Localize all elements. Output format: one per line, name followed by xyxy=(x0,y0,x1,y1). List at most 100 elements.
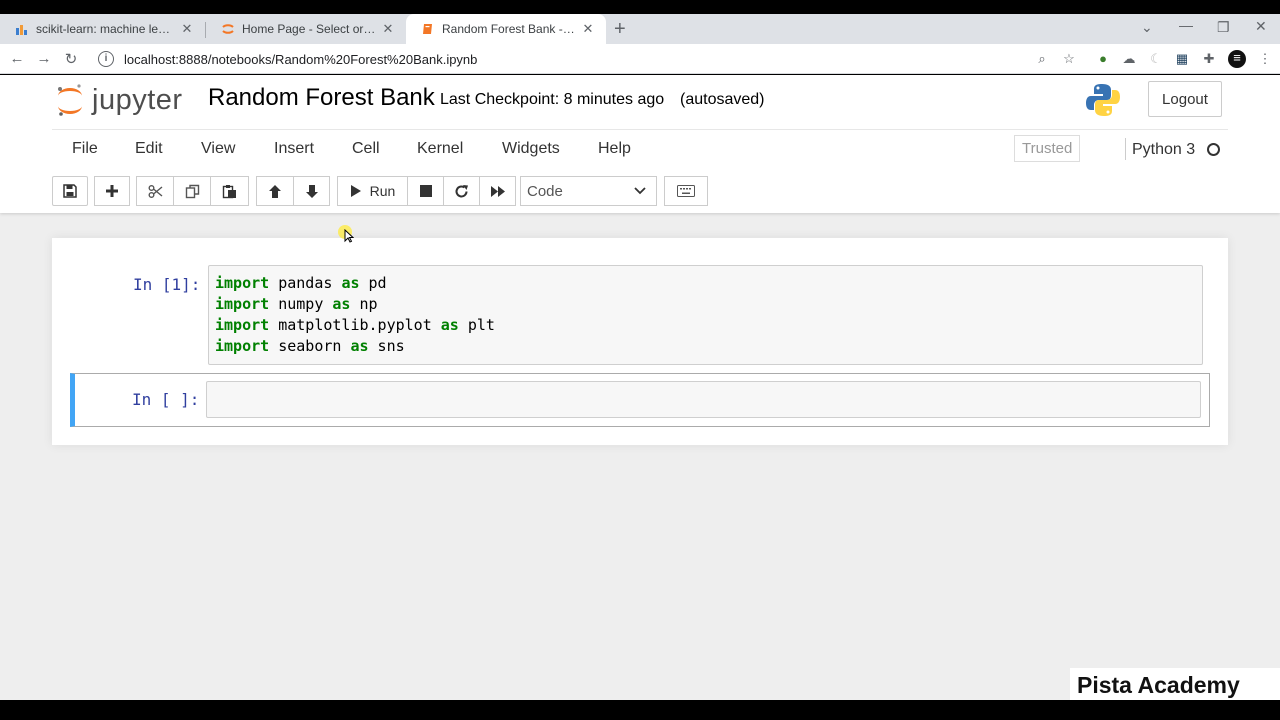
tab-title: scikit-learn: machine learning in Python xyxy=(36,22,175,36)
code-editor[interactable]: import pandas as pd import numpy as np i… xyxy=(208,265,1203,365)
close-tab-icon[interactable]: ✕ xyxy=(380,21,396,37)
jupyter-page: jupyter Random Forest Bank Last Checkpoi… xyxy=(0,75,1280,700)
menu-insert[interactable]: Insert xyxy=(274,140,314,158)
menu-edit[interactable]: Edit xyxy=(135,140,163,158)
play-icon xyxy=(350,185,361,197)
command-palette-button[interactable] xyxy=(664,176,708,206)
minimize-icon[interactable]: — xyxy=(1179,17,1193,33)
extension-leaf-icon[interactable]: ● xyxy=(1095,51,1111,67)
extension-cloud-icon[interactable]: ☁ xyxy=(1121,51,1137,67)
cell-type-value: Code xyxy=(527,182,563,200)
close-tab-icon[interactable]: ✕ xyxy=(179,21,195,37)
copy-cell-button[interactable] xyxy=(173,176,211,206)
scikit-favicon-icon xyxy=(14,21,30,37)
jupyter-logo-text: jupyter xyxy=(92,83,183,116)
restore-icon[interactable]: ❐ xyxy=(1217,19,1230,36)
watermark: Pista Academy xyxy=(1070,668,1280,700)
code-cell-2[interactable]: In [ ]: xyxy=(70,373,1210,427)
scissors-icon xyxy=(148,184,162,198)
python-logo-icon xyxy=(1086,84,1120,116)
forward-arrow-icon[interactable]: → xyxy=(35,50,53,67)
chevron-down-icon xyxy=(634,187,646,195)
last-checkpoint: Last Checkpoint: 8 minutes ago xyxy=(440,91,665,108)
jupyter-logo-icon xyxy=(58,84,82,116)
arrow-up-icon xyxy=(269,184,281,198)
copy-icon xyxy=(185,184,199,198)
stop-icon xyxy=(419,185,432,197)
fast-forward-icon xyxy=(490,185,505,197)
reload-icon[interactable]: ↻ xyxy=(62,50,80,68)
move-cell-up-button[interactable] xyxy=(256,176,294,206)
close-tab-icon[interactable]: ✕ xyxy=(580,21,596,37)
kernel-divider xyxy=(1125,138,1126,160)
cut-cell-button[interactable] xyxy=(136,176,174,206)
bookmark-star-icon[interactable]: ☆ xyxy=(1061,51,1077,67)
window-close-icon[interactable]: ✕ xyxy=(1255,18,1267,35)
autosave-status: (autosaved) xyxy=(680,91,765,108)
notebook-title[interactable]: Random Forest Bank xyxy=(208,84,435,112)
restart-icon xyxy=(455,184,468,197)
move-cell-down-button[interactable] xyxy=(293,176,330,206)
paste-cell-button[interactable] xyxy=(210,176,249,206)
profile-avatar-icon[interactable]: ≡ xyxy=(1228,50,1246,68)
code-cell-1[interactable]: In [1]: import pandas as pd import numpy… xyxy=(70,262,1210,368)
new-tab-plus-icon[interactable]: + xyxy=(614,19,626,39)
restart-run-all-button[interactable] xyxy=(479,176,516,206)
menu-widgets[interactable]: Widgets xyxy=(502,140,560,158)
save-icon xyxy=(63,184,77,198)
address-bar: ← → ↻ i localhost:8888/notebooks/Random%… xyxy=(0,44,1280,74)
restart-kernel-button[interactable] xyxy=(443,176,480,206)
insert-cell-below-button[interactable] xyxy=(94,176,130,206)
menu-bar: File Edit View Insert Cell Kernel Widget… xyxy=(52,129,1228,169)
extension-moon-icon[interactable]: ☾ xyxy=(1148,51,1164,67)
notebook-favicon-icon xyxy=(420,21,436,37)
code-line: import pandas as pd xyxy=(215,274,387,292)
jupyter-favicon-icon xyxy=(220,21,236,37)
interrupt-kernel-button[interactable] xyxy=(407,176,444,206)
url-text: localhost:8888/notebooks/Random%20Forest… xyxy=(124,51,478,67)
notebook-header: jupyter Random Forest Bank Last Checkpoi… xyxy=(0,75,1280,213)
menu-help[interactable]: Help xyxy=(598,140,631,158)
tab-home-page[interactable]: Home Page - Select or create a notebook … xyxy=(206,14,406,44)
back-arrow-icon[interactable]: ← xyxy=(8,50,26,67)
kernel-idle-indicator-icon xyxy=(1207,143,1220,156)
notebook-container: In [1]: import pandas as pd import numpy… xyxy=(52,238,1228,445)
save-button[interactable] xyxy=(52,176,88,206)
menu-view[interactable]: View xyxy=(201,140,235,158)
tab-title: Home Page - Select or create a notebook xyxy=(242,22,376,36)
extension-grid-icon[interactable]: ▦ xyxy=(1174,51,1190,67)
paste-icon xyxy=(222,184,236,198)
arrow-down-icon xyxy=(305,184,318,198)
run-button[interactable]: Run xyxy=(337,176,408,206)
tab-random-forest-bank[interactable]: Random Forest Bank - Jupyter Notebook ✕ xyxy=(406,14,606,44)
zoom-icon[interactable]: ⌕ xyxy=(1034,51,1050,67)
cell-type-select[interactable]: Code xyxy=(520,176,657,206)
tab-title: Random Forest Bank - Jupyter Notebook xyxy=(442,22,576,36)
tab-scikit-learn[interactable]: scikit-learn: machine learning in Python… xyxy=(0,14,205,44)
tab-search-chevron-icon[interactable]: ⌄ xyxy=(1141,19,1153,36)
jupyter-logo[interactable]: jupyter xyxy=(56,82,183,118)
logout-button[interactable]: Logout xyxy=(1148,81,1222,117)
screen-top-border xyxy=(0,0,1280,14)
mouse-pointer-icon xyxy=(344,229,354,243)
code-line: import numpy as np xyxy=(215,295,378,313)
kernel-name: Python 3 xyxy=(1132,141,1196,158)
trusted-indicator[interactable]: Trusted xyxy=(1014,135,1081,162)
site-info-icon[interactable]: i xyxy=(98,51,114,67)
code-line: import matplotlib.pyplot as plt xyxy=(215,316,495,334)
menu-cell[interactable]: Cell xyxy=(352,140,380,158)
run-label: Run xyxy=(369,183,396,199)
screen-bottom-border xyxy=(0,700,1280,720)
url-field[interactable]: i localhost:8888/notebooks/Random%20Fore… xyxy=(90,46,1090,72)
code-line: import seaborn as sns xyxy=(215,337,405,355)
tab-strip: scikit-learn: machine learning in Python… xyxy=(0,14,1280,44)
cell-prompt: In [1]: xyxy=(133,275,201,294)
code-editor[interactable] xyxy=(206,381,1201,418)
plus-icon xyxy=(106,185,118,197)
menu-file[interactable]: File xyxy=(72,140,98,158)
keyboard-icon xyxy=(677,185,695,197)
cell-prompt: In [ ]: xyxy=(132,390,200,409)
extensions-puzzle-icon[interactable]: ✚ xyxy=(1201,51,1217,67)
browser-menu-icon[interactable]: ⋮ xyxy=(1257,51,1273,67)
menu-kernel[interactable]: Kernel xyxy=(417,140,463,158)
